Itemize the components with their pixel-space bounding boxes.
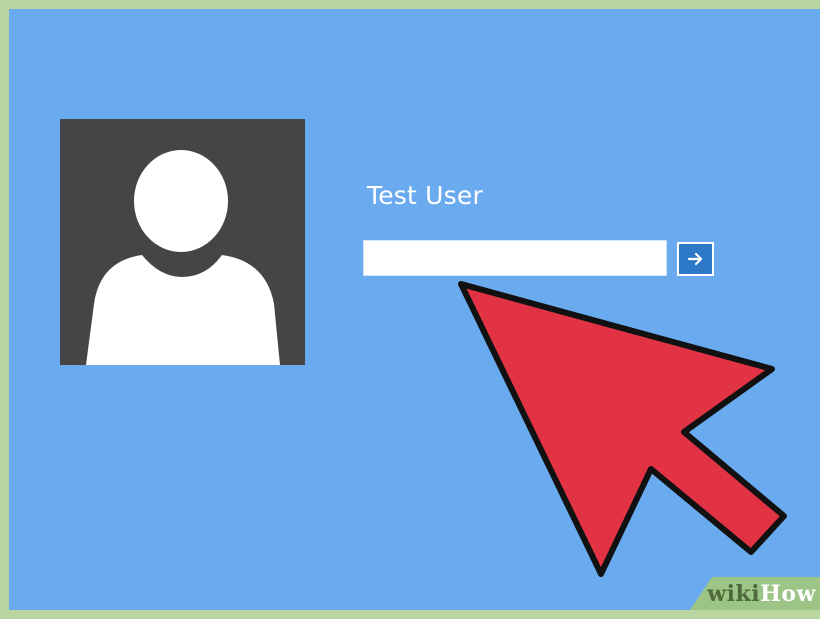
user-silhouette-icon [60, 119, 305, 365]
watermark-wiki: wiki [707, 581, 761, 607]
user-avatar [60, 119, 305, 365]
arrow-right-icon [687, 252, 703, 266]
watermark-how: How [760, 581, 816, 607]
password-input[interactable] [363, 240, 667, 276]
image-frame: Test User wikiHow [0, 0, 820, 619]
lock-screen: Test User wikiHow [9, 9, 820, 610]
submit-button[interactable] [677, 242, 714, 276]
wikihow-watermark: wikiHow [690, 577, 820, 610]
user-name-label: Test User [367, 181, 483, 210]
